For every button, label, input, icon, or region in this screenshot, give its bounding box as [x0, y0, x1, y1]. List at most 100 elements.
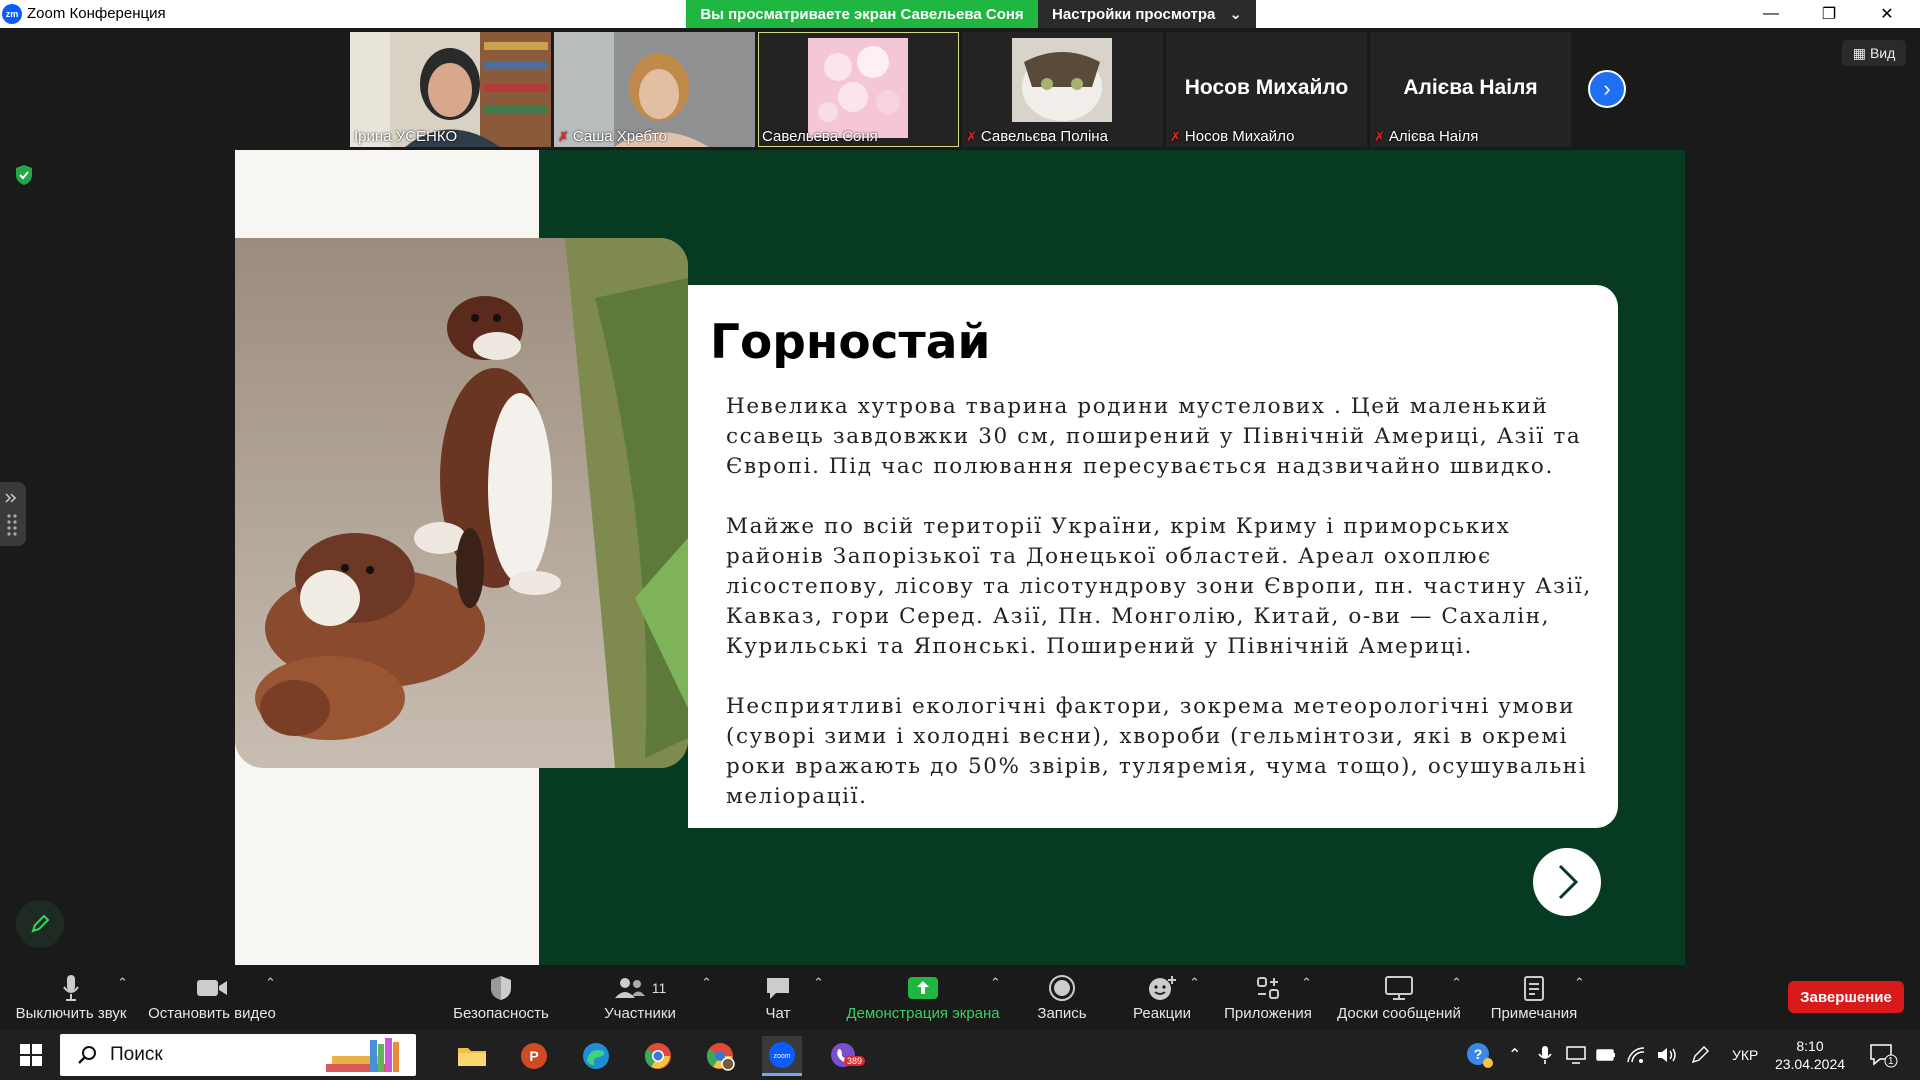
- taskbar-zoom[interactable]: zoom: [762, 1036, 802, 1076]
- restore-button[interactable]: ❐: [1806, 0, 1852, 28]
- taskbar-file-explorer[interactable]: [452, 1036, 492, 1076]
- mute-button[interactable]: Выключить звук: [10, 965, 132, 1030]
- notification-count: 1: [1888, 1056, 1894, 1067]
- start-button[interactable]: [12, 1030, 50, 1080]
- clock-date: 23.04.2024: [1774, 1056, 1846, 1072]
- security-shield-icon: [491, 976, 511, 1000]
- view-settings-button[interactable]: Настройки просмотра ⌄: [1038, 0, 1256, 28]
- participant-tile-active-speaker[interactable]: Савельева Соня: [758, 32, 959, 147]
- taskbar-chrome-profile[interactable]: [700, 1036, 740, 1076]
- window-title: Zoom Конференция: [27, 5, 166, 22]
- participants-options-caret-icon[interactable]: ⌃: [701, 975, 712, 991]
- meeting-toolbar: Выключить звук ⌃ Остановить видео ⌃ Безо…: [0, 965, 1920, 1030]
- share-screen-icon: [908, 977, 938, 999]
- share-options-caret-icon[interactable]: ⌃: [990, 975, 1001, 991]
- edge-browser-icon: [583, 1043, 609, 1069]
- svg-text:zoom: zoom: [773, 1053, 790, 1060]
- notes-button[interactable]: Примечания: [1486, 965, 1582, 1030]
- chevron-up-icon[interactable]: ⌃: [1508, 1030, 1521, 1080]
- tray-display-icon[interactable]: [1566, 1030, 1586, 1080]
- mic-muted-icon: ✗: [1170, 129, 1181, 144]
- input-language[interactable]: УКР: [1732, 1030, 1758, 1080]
- security-button[interactable]: Безопасность: [450, 965, 552, 1030]
- slide-paragraph: Майже по всій території України, крім Кр…: [726, 514, 1592, 659]
- participant-tile[interactable]: ✗ Саша Хребто: [554, 32, 755, 147]
- folder-icon: [458, 1048, 486, 1066]
- participant-display-name: Алієва Наіля: [1403, 76, 1538, 99]
- encryption-shield-icon[interactable]: [14, 164, 34, 186]
- taskbar-powerpoint[interactable]: P: [514, 1036, 554, 1076]
- end-meeting-button[interactable]: Завершение: [1788, 981, 1904, 1013]
- grid-icon: ▦: [1852, 44, 1866, 61]
- windows-taskbar: Поиск P zoom 389 ? ⌃ УКР 8:10 23.04.2024…: [0, 1030, 1920, 1080]
- participant-tile[interactable]: Носов Михайло ✗ Носов Михайло: [1166, 32, 1367, 147]
- slide-title: Горностай: [710, 315, 991, 370]
- chat-options-caret-icon[interactable]: ⌃: [813, 975, 824, 991]
- wifi-icon[interactable]: [1626, 1030, 1646, 1080]
- help-icon[interactable]: ?: [1466, 1030, 1494, 1080]
- chevron-down-icon: ⌄: [1229, 6, 1242, 23]
- record-button[interactable]: Запись: [1032, 965, 1092, 1030]
- whiteboards-button[interactable]: Доски сообщений: [1332, 965, 1466, 1030]
- microphone-icon: [63, 975, 79, 1001]
- share-screen-label: Демонстрация экрана: [846, 1005, 1000, 1022]
- tray-microphone-icon[interactable]: [1536, 1030, 1554, 1080]
- side-panel-handle[interactable]: [0, 482, 26, 546]
- battery-icon[interactable]: [1596, 1030, 1616, 1080]
- view-layout-button[interactable]: ▦ Вид: [1842, 40, 1906, 66]
- reactions-options-caret-icon[interactable]: ⌃: [1189, 975, 1200, 991]
- search-icon: [78, 1046, 96, 1064]
- participant-display-name: Носов Михайло: [1184, 76, 1349, 99]
- shared-screen-slide: Горностай Невелика хутрова тварина родин…: [235, 150, 1685, 965]
- taskbar-search-box[interactable]: Поиск: [60, 1034, 416, 1076]
- stoat-photo: [235, 238, 688, 768]
- chat-button[interactable]: Чат: [748, 965, 808, 1030]
- minimize-button[interactable]: —: [1748, 0, 1794, 28]
- apps-label: Приложения: [1224, 1005, 1312, 1022]
- notes-options-caret-icon[interactable]: ⌃: [1574, 975, 1585, 991]
- slide-paragraph: Невелика хутрова тварина родини мустелов…: [726, 394, 1582, 479]
- participant-name: ✗ Носов Михайло: [1170, 128, 1295, 145]
- participant-tile[interactable]: Алієва Наіля ✗ Алієва Наіля: [1370, 32, 1571, 147]
- reactions-button[interactable]: Реакции: [1130, 965, 1194, 1030]
- participants-label: Участники: [604, 1005, 676, 1022]
- mic-muted-icon: ✗: [1374, 129, 1385, 144]
- mute-label: Выключить звук: [15, 1005, 127, 1022]
- chrome-profile-icon: [706, 1043, 735, 1071]
- audio-options-caret-icon[interactable]: ⌃: [117, 975, 128, 991]
- notes-label: Примечания: [1490, 1005, 1578, 1022]
- svg-text:?: ?: [1474, 1046, 1483, 1062]
- participant-name: Ірина УСЕНКО: [354, 128, 458, 145]
- clock[interactable]: 8:10 23.04.2024: [1774, 1030, 1846, 1080]
- slide-paragraph: Несприятливі екологічні фактори, зокрема…: [726, 694, 1588, 809]
- view-settings-label: Настройки просмотра: [1052, 5, 1216, 23]
- notifications-icon[interactable]: 1: [1868, 1030, 1898, 1080]
- chevron-right-icon: [1558, 864, 1579, 900]
- apps-options-caret-icon[interactable]: ⌃: [1301, 975, 1312, 991]
- taskbar-viber[interactable]: 389: [824, 1036, 866, 1076]
- mic-muted-icon: ✗: [966, 129, 977, 144]
- share-screen-button[interactable]: Демонстрация экрана: [842, 965, 1004, 1030]
- view-label: Вид: [1869, 45, 1896, 61]
- stop-video-button[interactable]: Остановить видео: [146, 965, 278, 1030]
- participant-name: ✗ Савельєва Поліна: [966, 128, 1108, 145]
- participant-tile[interactable]: Ірина УСЕНКО: [350, 32, 551, 147]
- participants-count: 11: [651, 980, 667, 996]
- video-options-caret-icon[interactable]: ⌃: [265, 975, 276, 991]
- taskbar-edge[interactable]: [576, 1036, 616, 1076]
- windows-logo-icon: [20, 1044, 42, 1066]
- whiteboards-label: Доски сообщений: [1337, 1005, 1461, 1022]
- annotate-button[interactable]: [16, 900, 64, 948]
- pen-input-icon[interactable]: [1690, 1030, 1710, 1080]
- taskbar-chrome[interactable]: [638, 1036, 678, 1076]
- volume-icon[interactable]: [1656, 1030, 1678, 1080]
- chrome-browser-icon: [644, 1043, 671, 1069]
- zoom-app-icon: zoom: [769, 1041, 795, 1068]
- participants-button[interactable]: 11 Участники: [596, 965, 684, 1030]
- close-button[interactable]: ✕: [1864, 0, 1910, 28]
- whiteboards-options-caret-icon[interactable]: ⌃: [1451, 975, 1462, 991]
- next-participants-arrow-icon[interactable]: ›: [1588, 70, 1626, 108]
- participant-tile[interactable]: ✗ Савельєва Поліна: [962, 32, 1163, 147]
- next-slide-button[interactable]: [1533, 848, 1601, 916]
- search-highlight-books-icon: [326, 1038, 399, 1072]
